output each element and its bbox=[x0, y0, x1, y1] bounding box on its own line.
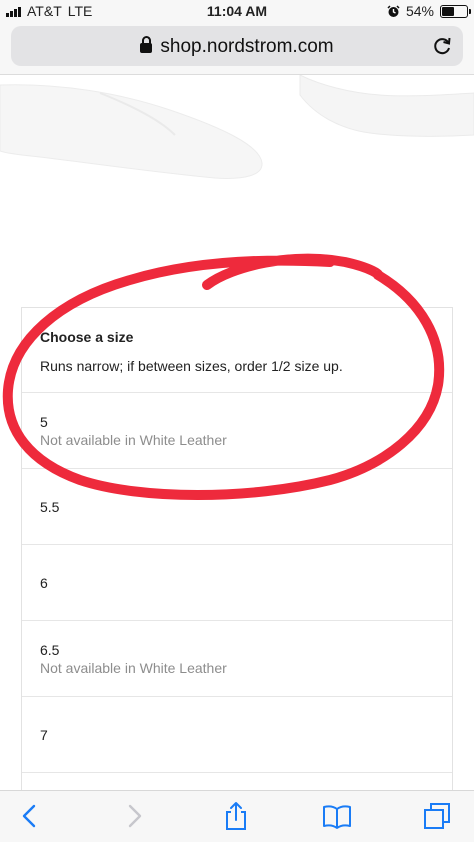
size-picker-header: Choose a size Runs narrow; if between si… bbox=[22, 308, 452, 393]
status-bar: AT&T LTE 11:04 AM 54% bbox=[0, 0, 474, 22]
size-option-5-5[interactable]: 5.5 bbox=[22, 469, 452, 545]
fit-note: Runs narrow; if between sizes, order 1/2… bbox=[40, 358, 343, 374]
size-option-6-5[interactable]: 6.5 Not available in White Leather bbox=[22, 621, 452, 697]
alarm-icon bbox=[387, 4, 400, 17]
address-bar-area: shop.nordstrom.com bbox=[0, 22, 474, 75]
size-label: 7 bbox=[40, 727, 48, 743]
availability-note: Not available in White Leather bbox=[40, 660, 227, 676]
size-label: 6 bbox=[40, 575, 48, 591]
reload-icon[interactable] bbox=[431, 35, 453, 57]
size-label: 5 bbox=[40, 414, 48, 430]
url-display[interactable]: shop.nordstrom.com bbox=[11, 36, 463, 58]
browser-toolbar bbox=[0, 790, 474, 842]
size-option-7[interactable]: 7 bbox=[22, 697, 452, 773]
url-text: shop.nordstrom.com bbox=[160, 36, 334, 57]
battery-percent: 54% bbox=[405, 3, 434, 19]
size-option-5[interactable]: 5 Not available in White Leather bbox=[22, 393, 452, 469]
lock-icon bbox=[140, 36, 153, 53]
battery-icon bbox=[440, 4, 471, 18]
size-picker: Choose a size Runs narrow; if between si… bbox=[21, 307, 453, 793]
availability-note: Not available in White Leather bbox=[40, 432, 227, 448]
bookmarks-icon[interactable] bbox=[322, 801, 352, 831]
size-option-6[interactable]: 6 bbox=[22, 545, 452, 621]
forward-icon[interactable] bbox=[119, 801, 149, 831]
address-bar[interactable]: shop.nordstrom.com bbox=[11, 26, 463, 66]
size-label: 6.5 bbox=[40, 642, 60, 658]
size-picker-title: Choose a size bbox=[40, 329, 134, 345]
tabs-icon[interactable] bbox=[422, 801, 452, 831]
back-icon[interactable] bbox=[15, 801, 45, 831]
share-icon[interactable] bbox=[221, 801, 251, 831]
product-image bbox=[0, 75, 474, 195]
status-right: 54% bbox=[387, 3, 471, 19]
size-label: 5.5 bbox=[40, 499, 60, 515]
